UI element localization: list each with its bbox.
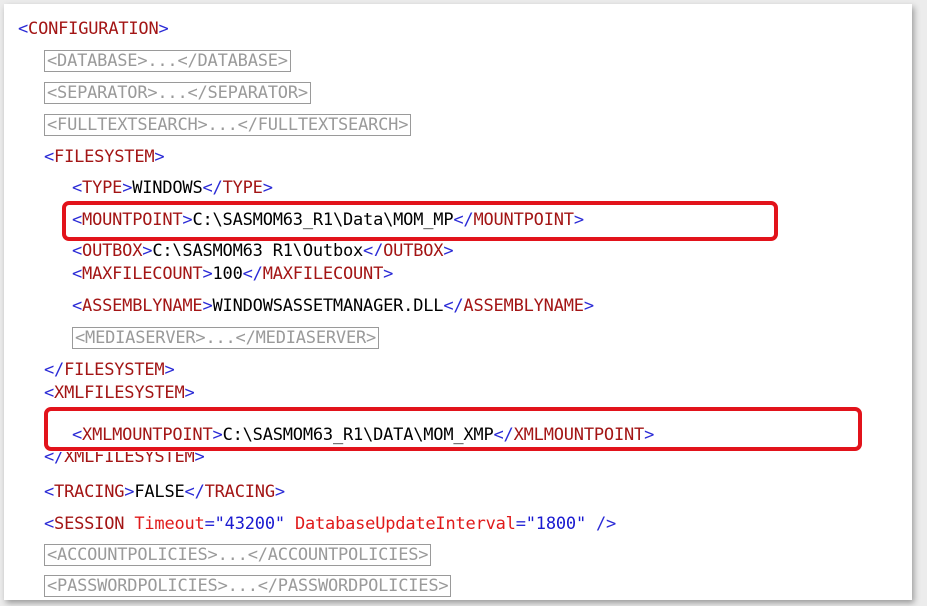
bracket: </ [363, 241, 384, 256]
filesystem-close-tag: </FILESYSTEM> [44, 359, 175, 381]
outbox-element: <OUTBOX>C:\SASMOM63_R1\Outbox</OUTBOX> [72, 240, 453, 256]
bracket: < [44, 482, 55, 502]
assemblyname-element: <ASSEMBLYNAME>WINDOWSASSETMANAGER.DLL</A… [72, 295, 594, 317]
bracket: < [18, 19, 29, 39]
highlight-mountpoint [62, 201, 778, 241]
tag-name: CONFIGURATION [28, 19, 159, 39]
bracket: < [72, 296, 83, 316]
element-value: FALSE [134, 482, 185, 502]
session-element: <SESSION Timeout="43200" DatabaseUpdateI… [44, 513, 616, 535]
accountpolicies-node[interactable]: <ACCOUNTPOLICIES>...</ACCOUNTPOLICIES> [44, 544, 432, 566]
bracket: > [122, 178, 133, 198]
tag-name: TRACING [54, 482, 125, 502]
bracket: </ [202, 178, 223, 198]
tag-name: FILESYSTEM [54, 147, 155, 167]
mediaserver-node[interactable]: <MEDIASERVER>...</MEDIASERVER> [72, 327, 380, 349]
bracket: > [194, 452, 205, 466]
bracket: < [44, 514, 55, 534]
bracket: > [154, 147, 165, 167]
bracket: </ [184, 482, 205, 502]
tracing-element: <TRACING>FALSE</TRACING> [44, 481, 285, 503]
type-element: <TYPE>WINDOWS</TYPE> [72, 177, 273, 199]
bracket: < [44, 383, 55, 398]
xmlfilesystem-open-tag: <XMLFILESYSTEM> [44, 382, 195, 398]
element-value: WINDOWS [132, 178, 203, 198]
collapsed-node-separator[interactable]: <SEPARATOR>...</SEPARATOR> [44, 82, 311, 104]
equals: = [515, 514, 526, 534]
bracket: > [262, 178, 273, 198]
xmlfilesystem-close-tag: </XMLFILESYSTEM> [44, 452, 205, 466]
bracket: </ [44, 360, 65, 380]
attribute-name: DatabaseUpdateInterval [294, 514, 516, 534]
bracket: </ [242, 264, 263, 284]
tag-name: TRACING [204, 482, 275, 502]
tag-name: XMLFILESYSTEM [64, 452, 195, 466]
bracket: > [184, 383, 195, 398]
bracket: > [202, 296, 213, 316]
collapsed-node-database[interactable]: <DATABASE>...</DATABASE> [44, 50, 291, 72]
element-value: C:\SASMOM63_R1\Outbox [152, 241, 364, 256]
passwordpolicies-node[interactable]: <PASSWORDPOLICIES>...</PASSWORDPOLICIES> [44, 575, 452, 597]
filesystem-open-tag: <FILESYSTEM> [44, 146, 165, 168]
attribute-name: Timeout [134, 514, 205, 534]
tag-name: SESSION [54, 514, 125, 534]
maxfilecount-element: <MAXFILECOUNT>100</MAXFILECOUNT> [72, 263, 393, 285]
bracket: /> [585, 514, 617, 534]
collapsed-node-accountpolicies[interactable]: <ACCOUNTPOLICIES>...</ACCOUNTPOLICIES> [44, 544, 432, 566]
attribute-value: "1800" [525, 514, 586, 534]
element-value: 100 [212, 264, 243, 284]
element-value: WINDOWSASSETMANAGER.DLL [212, 296, 444, 316]
xml-config-viewer: <CONFIGURATION> <DATABASE>...</DATABASE>… [4, 4, 912, 600]
collapsed-node-passwordpolicies[interactable]: <PASSWORDPOLICIES>...</PASSWORDPOLICIES> [44, 575, 452, 597]
tag-name: XMLFILESYSTEM [54, 383, 185, 398]
bracket: > [274, 482, 285, 502]
attribute-value: "43200" [214, 514, 285, 534]
bracket: < [44, 147, 55, 167]
highlight-xmlmountpoint [44, 407, 862, 451]
tag-name: ASSEMBLYNAME [463, 296, 584, 316]
bracket: > [383, 264, 394, 284]
bracket: > [583, 296, 594, 316]
bracket: > [164, 360, 175, 380]
bracket: > [142, 241, 153, 256]
equals: = [204, 514, 215, 534]
tag-name: MAXFILECOUNT [82, 264, 203, 284]
bracket: </ [44, 452, 65, 466]
collapsed-node-fulltextsearch[interactable]: <FULLTEXTSEARCH>...</FULLTEXTSEARCH> [44, 114, 412, 136]
tag-name: OUTBOX [82, 241, 143, 256]
bracket: > [124, 482, 135, 502]
database-node[interactable]: <DATABASE>...</DATABASE> [44, 50, 291, 72]
tag-name: MAXFILECOUNT [262, 264, 384, 284]
bracket: > [443, 241, 454, 256]
bracket: < [72, 241, 83, 256]
tag-name: TYPE [82, 178, 123, 198]
tag-name: FILESYSTEM [64, 360, 165, 380]
collapsed-node-mediaserver[interactable]: <MEDIASERVER>...</MEDIASERVER> [72, 327, 380, 349]
tag-name: ASSEMBLYNAME [82, 296, 203, 316]
separator-node[interactable]: <SEPARATOR>...</SEPARATOR> [44, 82, 311, 104]
configuration-open-tag: <CONFIGURATION> [18, 18, 169, 40]
tag-name: TYPE [222, 178, 263, 198]
bracket: > [158, 19, 169, 39]
bracket: > [202, 264, 213, 284]
bracket: </ [443, 296, 464, 316]
tag-name: OUTBOX [383, 241, 444, 256]
bracket: < [72, 178, 83, 198]
bracket: < [72, 264, 83, 284]
fulltextsearch-node[interactable]: <FULLTEXTSEARCH>...</FULLTEXTSEARCH> [44, 114, 412, 136]
